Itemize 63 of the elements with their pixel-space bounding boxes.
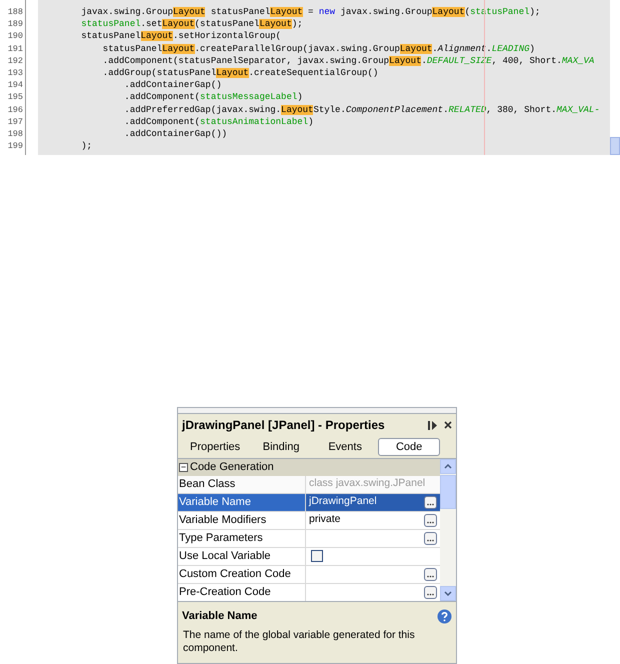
line-number: 188: [6, 6, 24, 18]
line-number: 194: [6, 79, 24, 92]
property-value: jDrawingPanel: [309, 494, 377, 510]
line-number: 192: [6, 54, 24, 67]
scrollbar[interactable]: [610, 0, 620, 155]
property-row[interactable]: Variable Name jDrawingPanel: [178, 494, 440, 512]
line-number: 193: [6, 66, 24, 80]
property-row[interactable]: Variable Modifiers private: [178, 512, 440, 530]
property-name: Bean Class: [178, 476, 306, 492]
scrollbar[interactable]: [440, 459, 456, 601]
code-line: statusPanel.setLayout(statusPanelLayout);: [80, 18, 304, 30]
line-number: 197: [6, 116, 24, 128]
code-line: .addComponent(statusAnimationLabel): [123, 116, 314, 128]
scroll-up-icon[interactable]: [440, 459, 456, 474]
line-number: 196: [6, 104, 24, 116]
ellipsis-icon[interactable]: [424, 568, 437, 580]
property-row[interactable]: Use Local Variable: [178, 548, 440, 566]
panel-title: jDrawingPanel [JPanel] - Properties: [182, 417, 385, 434]
code-line: .addComponent(statusPanelSeparator, javax.swing.GroupLayout.DEFAULT_SIZE, 400, Short.MAX_VA: [102, 54, 596, 67]
line-number: 190: [6, 30, 24, 43]
code-line: );: [80, 140, 94, 152]
ellipsis-icon[interactable]: [424, 514, 437, 526]
checkbox[interactable]: [311, 550, 323, 562]
section-header[interactable]: − Code Generation: [178, 459, 440, 476]
scroll-down-icon[interactable]: [440, 586, 456, 601]
property-row[interactable]: Type Parameters: [178, 530, 440, 548]
property-name: Variable Modifiers: [178, 512, 306, 528]
dock-icon[interactable]: [428, 420, 437, 430]
code-line: .addContainerGap(): [123, 79, 223, 92]
code-line: .addContainerGap()): [123, 128, 228, 140]
tab[interactable]: Events: [314, 438, 376, 456]
property-value: class javax.swing.JPanel: [309, 476, 426, 492]
property-value: private: [309, 512, 341, 528]
line-number: 189: [6, 18, 24, 30]
ellipsis-icon[interactable]: [424, 532, 437, 544]
section-label: Code Generation: [190, 460, 274, 475]
code-line: statusPanelLayout.setHorizontalGroup(: [80, 30, 282, 43]
code-line: statusPanelLayout.createParallelGroup(javax.swing.GroupLayout.Alignment.LEADING): [102, 42, 536, 55]
property-row[interactable]: Pre-Creation Code: [178, 584, 440, 602]
collapse-icon[interactable]: −: [179, 462, 188, 472]
line-number: 199: [6, 140, 24, 152]
scroll-thumb[interactable]: [440, 475, 456, 509]
property-name: Use Local Variable: [178, 548, 306, 564]
property-name: Custom Creation Code: [178, 566, 306, 582]
code-line: .addPreferredGap(javax.swing.LayoutStyle.ComponentPlacement.RELATED, 380, Short.MAX_VAL-: [123, 104, 601, 116]
code-line: javax.swing.GroupLayout statusPanelLayout = new javax.swing.GroupLayout(statusPanel);: [80, 6, 542, 18]
property-row[interactable]: Custom Creation Code: [178, 566, 440, 584]
line-number: 191: [6, 42, 24, 55]
tab[interactable]: Code: [378, 438, 440, 456]
description-title: Variable Name: [182, 609, 258, 624]
description-text: The name of the global variable generated for this component.: [182, 628, 416, 654]
tab[interactable]: Properties: [182, 438, 248, 456]
tab[interactable]: Binding: [250, 438, 312, 456]
property-name: Type Parameters: [178, 530, 306, 546]
line-number: 195: [6, 91, 24, 104]
help-icon[interactable]: [437, 608, 452, 624]
property-name: Pre-Creation Code: [178, 584, 306, 600]
code-line: .addComponent(statusMessageLabel): [123, 91, 304, 104]
line-number: 198: [6, 128, 24, 140]
code-line: .addGroup(statusPanelLayout.createSequentialGroup(): [102, 66, 380, 80]
ellipsis-icon[interactable]: [424, 586, 437, 598]
close-icon[interactable]: [444, 421, 452, 429]
ellipsis-icon[interactable]: [424, 496, 437, 508]
